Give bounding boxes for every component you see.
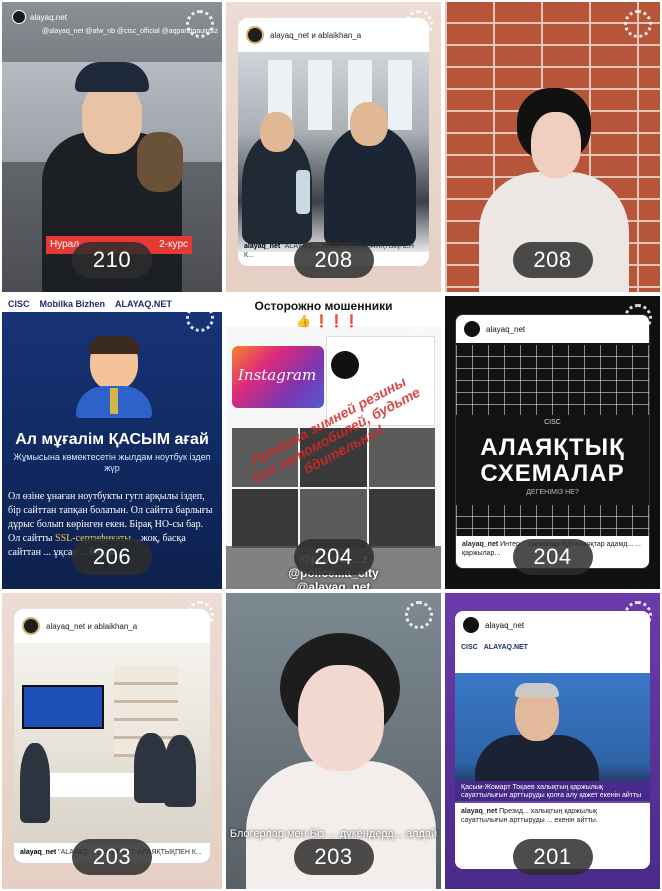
view-count-badge: 201	[512, 839, 593, 875]
post-card: alayaq_net CISC АЛАЯҚТЫҚ СХЕМАЛАР ДЕГЕНІ…	[455, 314, 650, 569]
quote-band: Қасым-Жомарт Тоқаев халықтың қаржылық са…	[455, 781, 650, 803]
reels-grid: alayaq.net @alayaq_net @afw_nb @cisc_off…	[0, 0, 662, 891]
view-count-badge: 204	[293, 539, 374, 575]
view-count-badge: 208	[293, 242, 374, 278]
post-subtitle: ДЕГЕНІМІЗ НЕ?	[526, 489, 579, 496]
view-count-badge: 208	[512, 242, 593, 278]
reel-tile-3[interactable]: 208	[443, 0, 662, 294]
post-author: alayaq_net и ablaikhan_a	[270, 30, 362, 40]
loading-ring-icon	[186, 601, 214, 629]
post-card: alayaq_net и ablaikhan_a alayaq_net "ALA…	[14, 609, 210, 863]
reel-tile-7[interactable]: alayaq_net и ablaikhan_a alayaq_net "ALA…	[0, 591, 224, 891]
reel-tile-9[interactable]: alayaq_net CISC ALAYAQ.NET Қасым-Жомарт …	[443, 591, 662, 891]
brand-logos: CISC	[544, 419, 561, 426]
teacher-emoji-icon	[76, 336, 152, 418]
post-card: alayaq_net и ablaikhan_a alayaq_net "ALA…	[238, 18, 429, 266]
warning-emoji: 👍 ❗❗❗	[296, 314, 360, 328]
reel-tile-6[interactable]: alayaq_net CISC АЛАЯҚТЫҚ СХЕМАЛАР ДЕГЕНІ…	[443, 294, 662, 591]
avatar	[464, 321, 480, 337]
handle-text: alayaq.net	[30, 12, 67, 22]
meeting-photo	[238, 52, 429, 252]
view-count-badge: 203	[72, 839, 152, 875]
post-header: alayaq_net и ablaikhan_a	[14, 609, 210, 643]
view-count-badge: 204	[512, 539, 593, 575]
loading-ring-icon	[624, 601, 652, 629]
post-header: alayaq_net	[455, 611, 650, 639]
loading-ring-icon	[405, 304, 433, 332]
loading-ring-icon	[624, 10, 652, 38]
post-header: alayaq_net и ablaikhan_a	[238, 18, 429, 52]
reel-tile-2[interactable]: alayaq_net и ablaikhan_a alayaq_net "ALA…	[224, 0, 443, 294]
loading-ring-icon	[624, 304, 652, 332]
post-header: alayaq_net	[456, 315, 649, 343]
reel-tile-8[interactable]: Блогерлар мен Біз ... дүкендерд... алдай…	[224, 591, 443, 891]
post-title: АЛАЯҚТЫҚ СХЕМАЛАР	[480, 434, 625, 487]
loading-ring-icon	[405, 601, 433, 629]
view-count-badge: 210	[72, 242, 152, 278]
loading-ring-icon	[405, 10, 433, 38]
post-author: alayaq_net и ablaikhan_a	[46, 621, 138, 631]
partner-logos: CISC ALAYAQ.NET	[461, 643, 528, 651]
avatar	[12, 10, 26, 24]
reel-tile-4[interactable]: CISC Mobilka Bizhen ALAYAQ.NET Ал мұғалі…	[0, 294, 224, 591]
loading-ring-icon	[186, 10, 214, 38]
post-caption: alayaq_net Презид... халықтың қаржылық с…	[461, 808, 598, 824]
instagram-label: Instagram	[238, 366, 317, 384]
avatar	[22, 617, 40, 635]
avatar	[463, 617, 479, 633]
view-count-badge: 203	[293, 839, 374, 875]
post-author: alayaq_net	[486, 324, 526, 334]
classroom-photo	[14, 643, 210, 843]
post-author: alayaq_net	[485, 620, 525, 630]
story-handle: alayaq.net	[12, 10, 67, 24]
post-title: Ал мұғалім ҚАСЫМ ағай	[15, 431, 209, 448]
view-count-badge: 206	[72, 539, 152, 575]
post-card: alayaq_net CISC ALAYAQ.NET Қасым-Жомарт …	[455, 611, 650, 869]
loading-ring-icon	[186, 304, 214, 332]
avatar	[246, 26, 264, 44]
post-subtitle: Жұмысына көмектесетін жылдам ноутбук ізд…	[13, 452, 211, 473]
reel-tile-1[interactable]: alayaq.net @alayaq_net @afw_nb @cisc_off…	[0, 0, 224, 294]
reel-tile-5[interactable]: Осторожно мошенники 👍 ❗❗❗ Instagram Прод…	[224, 294, 443, 591]
